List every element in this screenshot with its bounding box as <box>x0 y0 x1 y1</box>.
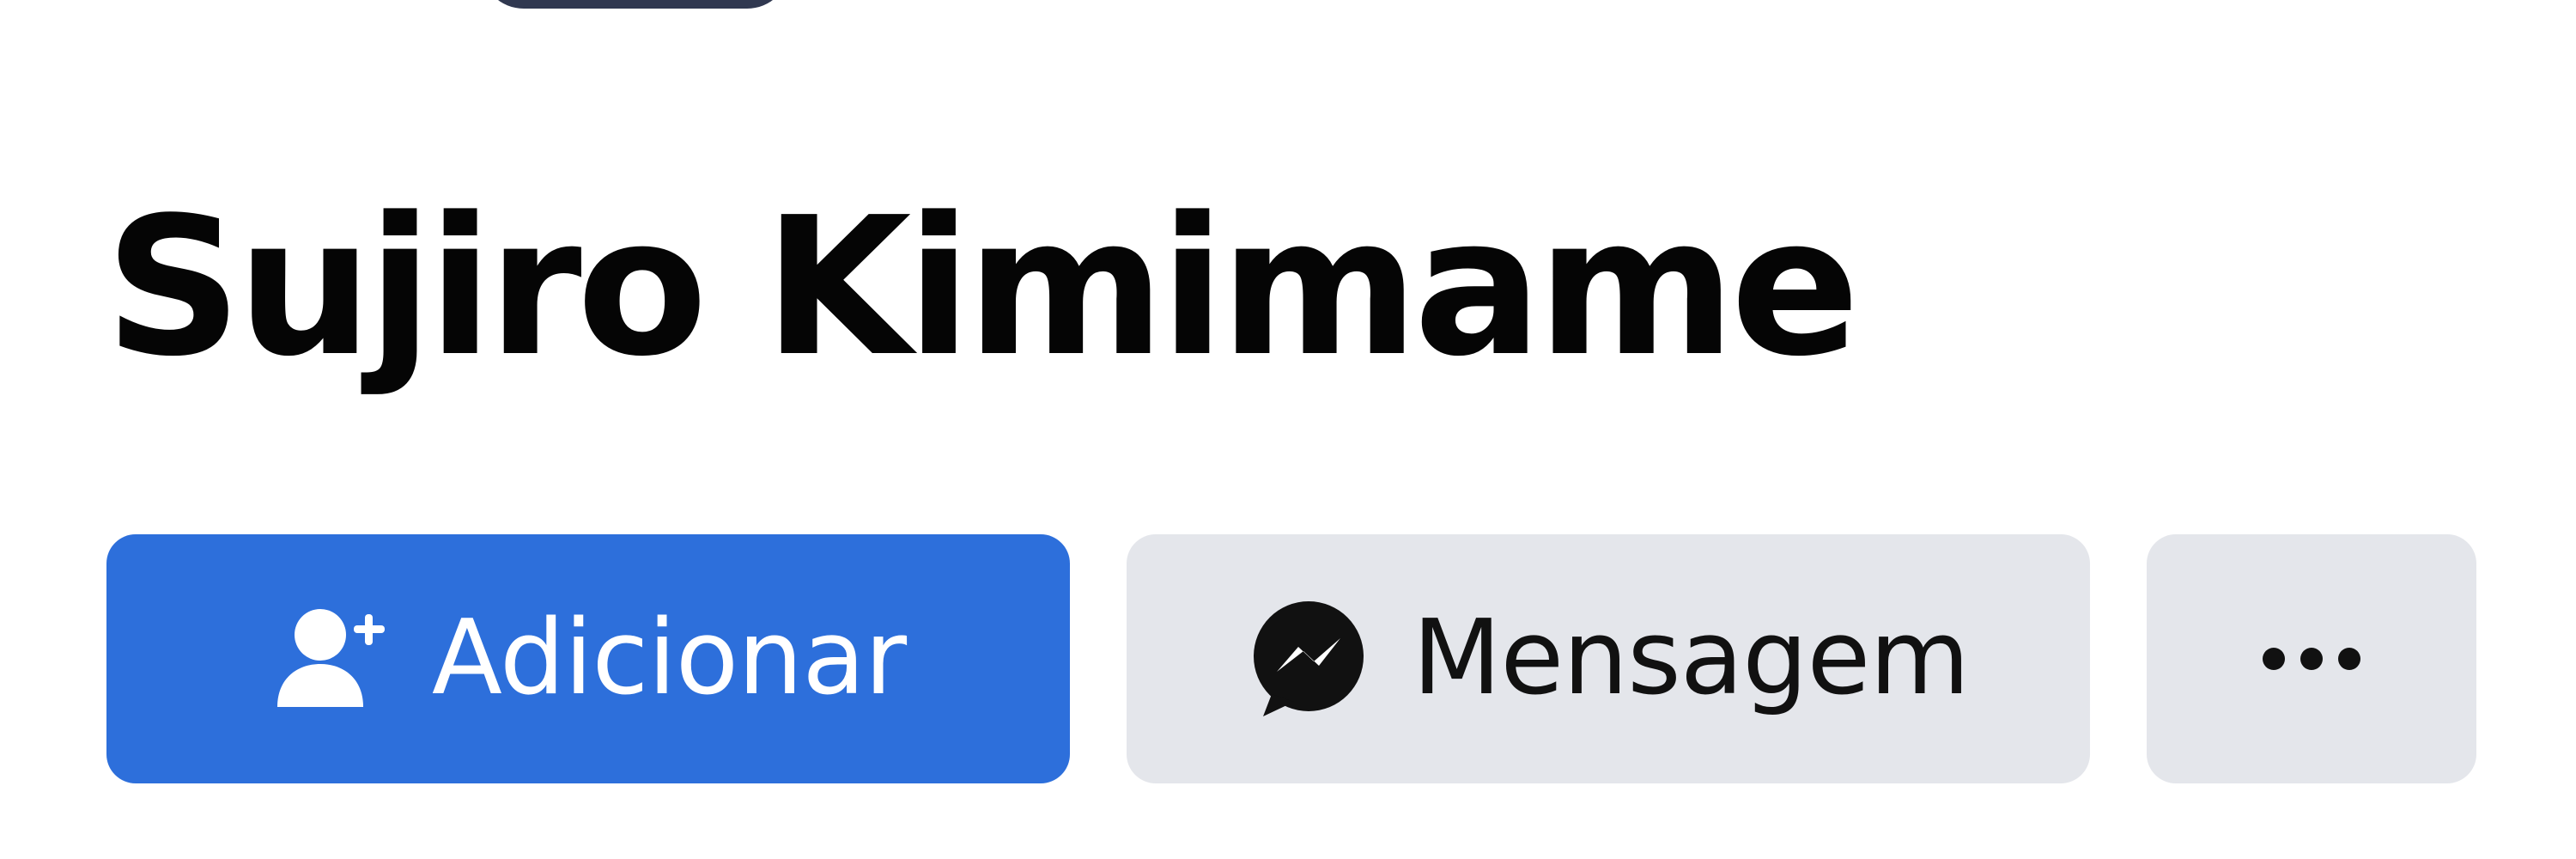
more-dot <box>2338 648 2360 670</box>
more-dot <box>2300 648 2323 670</box>
messenger-icon <box>1248 598 1370 720</box>
message-label: Mensagem <box>1412 599 1970 718</box>
more-options-icon <box>2263 648 2360 670</box>
profile-name: Sujiro Kimimame <box>105 177 1860 399</box>
more-dot <box>2263 648 2285 670</box>
add-friend-label: Adicionar <box>431 599 907 718</box>
add-friend-icon <box>270 599 391 719</box>
profile-avatar[interactable] <box>481 0 790 9</box>
message-button[interactable]: Mensagem <box>1127 534 2090 783</box>
add-friend-button[interactable]: Adicionar <box>106 534 1070 783</box>
more-options-button[interactable] <box>2147 534 2476 783</box>
